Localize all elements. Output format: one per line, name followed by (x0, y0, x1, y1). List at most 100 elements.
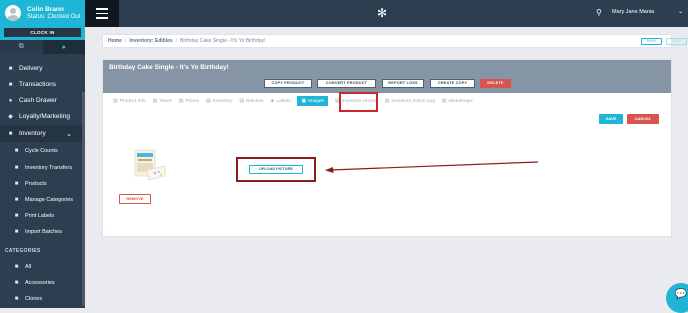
leaf-logo-icon[interactable]: ✻ (375, 6, 389, 20)
sidebar-item-inventory[interactable]: ■ Inventory ⌄ (0, 125, 82, 142)
prev-button[interactable]: PREV (641, 38, 662, 45)
sidebar-item-import-batches[interactable]: ■ Import Batches (0, 223, 82, 240)
sidebar-item-cycle-counts[interactable]: ■ Cycle Counts (0, 142, 82, 159)
sidebar-item-delivery[interactable]: ■ Delivery (0, 60, 82, 77)
copy-product-button[interactable]: COPY PRODUCT (264, 79, 312, 88)
next-button[interactable]: NEXT (666, 38, 687, 45)
chevron-down-icon: ⌄ (66, 130, 72, 138)
money-icon: ● (8, 97, 13, 104)
image-icon: ▣ (301, 98, 307, 104)
main-content: Home / Inventory: Edibles / Birthday Cak… (85, 27, 688, 308)
tab-label: Batches (246, 98, 264, 104)
sidebar-item-label: Clones (25, 295, 43, 302)
top-bar: ✻ ⚲ Mary Jane Mania ⌄ (85, 0, 688, 27)
price-icon: ▤ (178, 98, 184, 104)
cart-icon: ■ (8, 81, 13, 88)
sidebar-item-print-labels[interactable]: ■ Print Labels (0, 207, 82, 224)
sidebar-item-category-all[interactable]: ■ All (0, 258, 82, 275)
sidebar-item-label: Delivery (19, 65, 43, 72)
user-status: Status: Clocked Out (27, 14, 81, 20)
sidebar-item-inventory-transfers[interactable]: ■ Inventory Transfers (0, 159, 82, 176)
user-panel: Colin Brann Status: Clocked Out CLOCK IN (0, 0, 85, 40)
user-name: Colin Brann (27, 6, 64, 13)
tag-icon: ◈ (270, 98, 275, 104)
sidebar-item-label: All (25, 263, 32, 270)
tab-label: Prices (185, 98, 199, 104)
delete-button[interactable]: DELETE (480, 79, 511, 88)
transfer-icon: ■ (14, 164, 19, 171)
sidebar-item-label: Inventory (19, 130, 46, 137)
product-tabs: ▤ Product Info ▤ Taxes ▤ Prices ▤ Inventory … (113, 94, 480, 108)
weedmaps-icon: ▤ (441, 98, 447, 104)
import-icon: ■ (14, 228, 19, 235)
tab-label: Product Info (119, 98, 146, 104)
sidebar-item-cash-drawer[interactable]: ● Cash Drawer (0, 92, 82, 109)
inventory-icon: ▤ (205, 98, 211, 104)
tab-taxes[interactable]: ▤ Taxes (153, 98, 172, 104)
tab-label: Labels (276, 98, 291, 104)
grid-icon: ■ (14, 263, 19, 270)
tab-inventory[interactable]: ▤ Inventory (206, 98, 232, 104)
batches-icon: ▤ (239, 98, 245, 104)
upload-picture-button[interactable]: UPLOAD PICTURE (249, 165, 303, 174)
search-icon[interactable]: ⚲ (596, 8, 602, 17)
tab-inventory-action-log[interactable]: ▤ Inventory Action Log (385, 98, 435, 104)
convert-product-button[interactable]: CONVERT PRODUCT (317, 79, 376, 88)
avatar[interactable] (5, 5, 21, 21)
tab-weedmaps[interactable]: ▤ Weedmaps (442, 98, 473, 104)
grid-icon: ■ (14, 295, 19, 302)
breadcrumb-home[interactable]: Home (108, 38, 122, 44)
sidebar-item-loyalty[interactable]: ◆ Loyalty/Marketing (0, 108, 82, 125)
chat-icon[interactable]: 💬 (666, 283, 688, 313)
breadcrumb-current: Birthday Cake Single - It's Yo Birthday! (180, 38, 266, 44)
create-copy-button[interactable]: CREATE COPY (430, 79, 475, 88)
box-icon: ■ (8, 130, 13, 137)
page-title: Birthday Cake Single - It's Yo Birthday! (109, 64, 229, 71)
chevron-down-icon[interactable]: ⌄ (678, 8, 683, 15)
product-header: Birthday Cake Single - It's Yo Birthday!… (103, 60, 671, 93)
tax-icon: ▤ (152, 98, 158, 104)
sidebar-item-category-accessories[interactable]: ■ Accessories (0, 274, 82, 291)
tab-prices[interactable]: ▤ Prices (179, 98, 199, 104)
product-card: Birthday Cake Single - It's Yo Birthday!… (102, 59, 672, 237)
tab-images[interactable]: ▣ Images (297, 96, 328, 106)
cycle-icon: ■ (14, 147, 19, 154)
sidebar-item-label: Import Batches (25, 228, 62, 235)
copy-icon[interactable]: ⧉ (0, 40, 43, 54)
sidebar-item-label: Products (25, 180, 47, 187)
tab-product-info[interactable]: ▤ Product Info (113, 98, 146, 104)
product-image (134, 149, 166, 181)
categories-icon: ■ (14, 196, 19, 203)
info-icon: ▤ (113, 98, 118, 104)
sidebar-item-transactions[interactable]: ■ Transactions (0, 76, 82, 93)
images-tab-highlight (339, 92, 378, 112)
tab-label: Images (308, 98, 324, 104)
tab-label: Inventory Action Log (391, 98, 435, 104)
sidebar-item-products[interactable]: ■ Products (0, 175, 82, 192)
sidebar-item-label: Manage Categories (25, 196, 74, 203)
sidebar-item-label: Cycle Counts (25, 147, 58, 154)
sidebar-item-manage-categories[interactable]: ■ Manage Categories (0, 191, 82, 208)
user-icon[interactable]: ● (42, 40, 85, 54)
clock-in-button[interactable]: CLOCK IN (4, 28, 81, 37)
breadcrumb-section[interactable]: Inventory: Edibles (129, 38, 172, 44)
report-loss-button[interactable]: REPORT LOSS (382, 79, 424, 88)
truck-icon: ■ (8, 65, 13, 72)
store-name[interactable]: Mary Jane Mania (612, 9, 654, 15)
tab-batches[interactable]: ▤ Batches (239, 98, 263, 104)
tab-label: Inventory (212, 98, 233, 104)
grid-icon: ■ (14, 279, 19, 286)
sidebar-item-label: Loyalty/Marketing (19, 113, 70, 120)
sidebar-item-label: Transactions (19, 81, 56, 88)
products-icon: ■ (14, 180, 19, 187)
sidebar-item-label: Accessories (25, 279, 55, 286)
annotation-arrow (325, 161, 539, 173)
cancel-button[interactable]: CANCEL (627, 114, 659, 124)
tab-labels[interactable]: ◈ Labels (270, 98, 290, 104)
hamburger-menu-icon[interactable] (85, 0, 119, 27)
save-button[interactable]: SAVE (599, 114, 623, 124)
remove-image-button[interactable]: REMOVE (119, 194, 151, 204)
sidebar-tabs: ⧉ ● (0, 40, 85, 54)
print-icon: ■ (14, 212, 19, 219)
sidebar-item-category-clones[interactable]: ■ Clones (0, 290, 82, 307)
